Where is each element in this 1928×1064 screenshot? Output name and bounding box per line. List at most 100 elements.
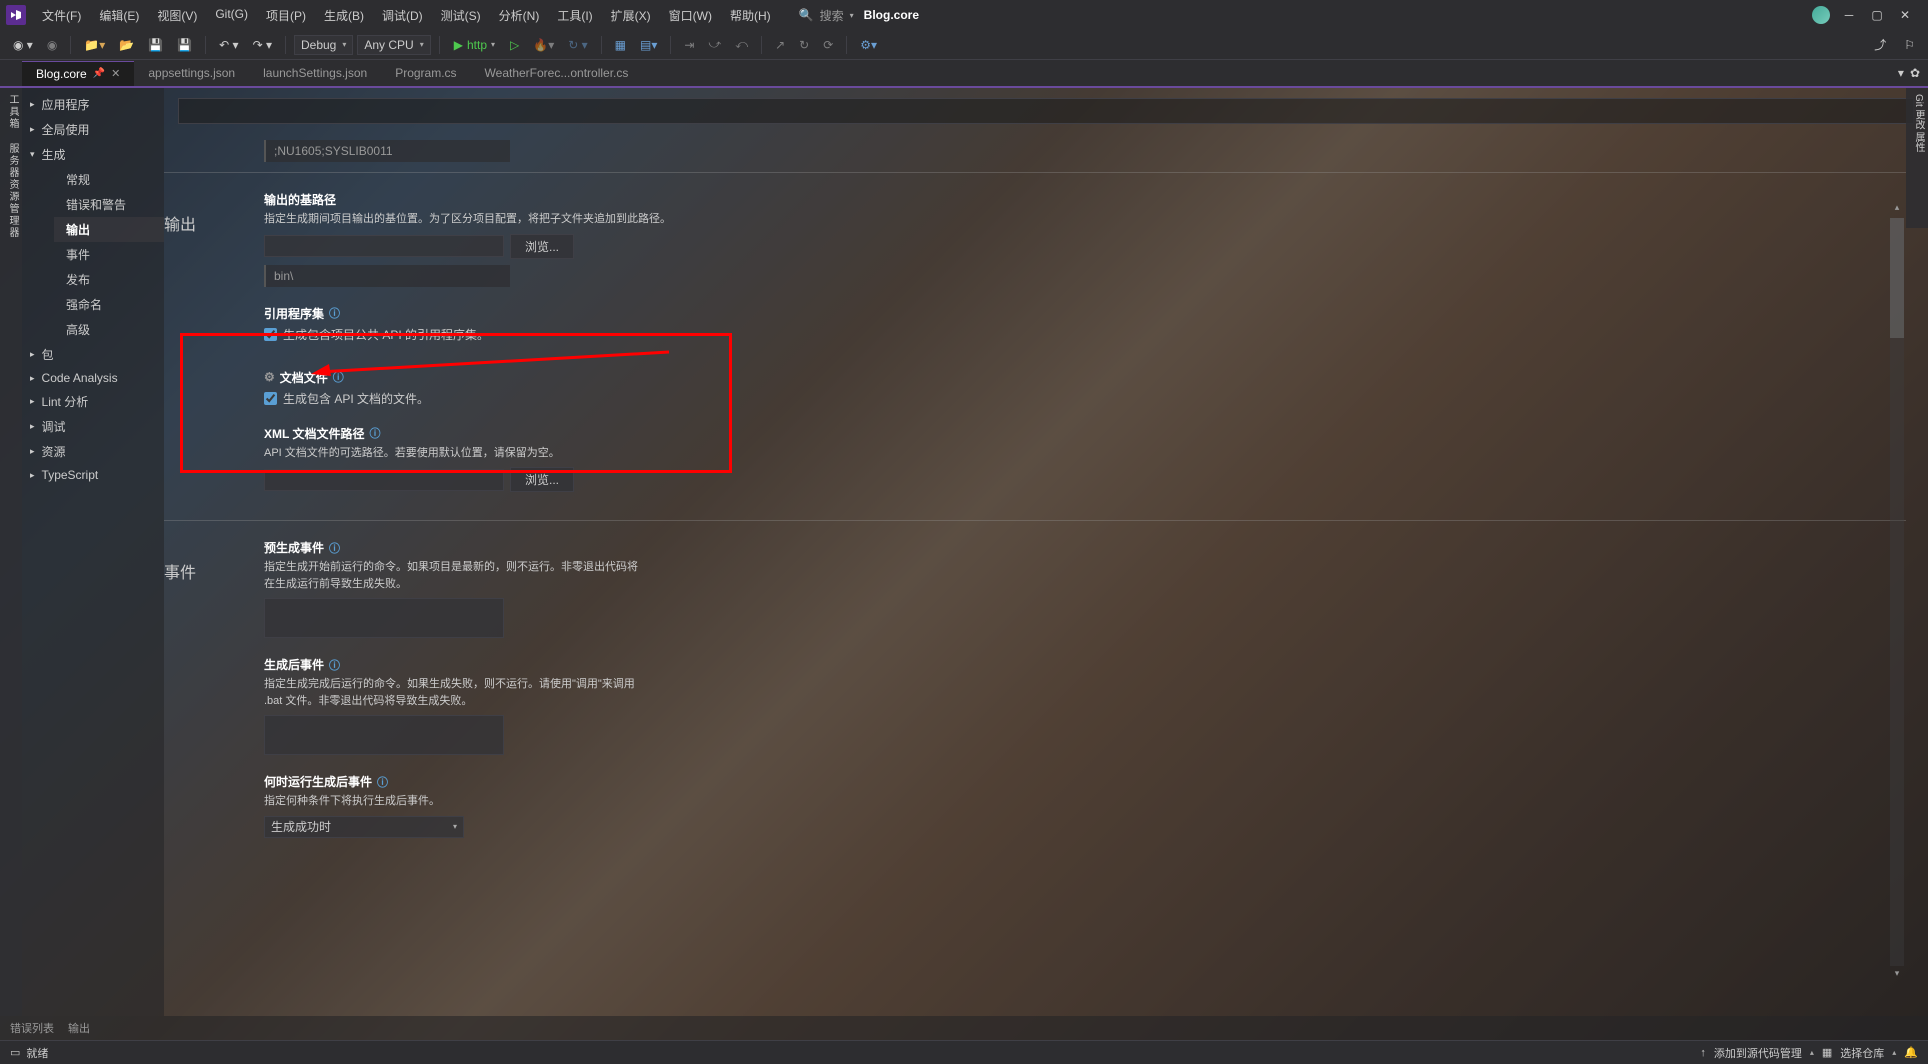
panel-git-changes[interactable]: Git 更改 [1913, 94, 1924, 130]
save-button[interactable]: 💾 [143, 35, 168, 55]
nav-general[interactable]: 常规 [54, 167, 164, 192]
close-button[interactable]: ✕ [1898, 8, 1912, 22]
scroll-down-icon[interactable]: ▾ [1890, 968, 1904, 982]
menu-file[interactable]: 文件(F) [34, 3, 89, 28]
menu-extensions[interactable]: 扩展(X) [603, 3, 659, 28]
user-avatar[interactable] [1812, 6, 1830, 24]
nav-advanced[interactable]: 高级 [54, 317, 164, 342]
save-all-button[interactable]: 💾 [172, 35, 197, 55]
nav-lint[interactable]: Lint 分析 [22, 389, 164, 414]
pin-icon[interactable]: 📌 [93, 68, 105, 79]
nav-resources[interactable]: 资源 [22, 439, 164, 464]
nav-build[interactable]: 生成 [22, 142, 164, 167]
start-debug-button[interactable]: ▶ http ▾ [448, 36, 501, 54]
tab-error-list[interactable]: 错误列表 [10, 1020, 54, 1036]
tab-output-window[interactable]: 输出 [68, 1020, 90, 1036]
pre-build-textarea[interactable] [264, 598, 504, 638]
base-path-input[interactable] [264, 235, 504, 257]
hot-reload-button[interactable]: 🔥▾ [528, 35, 559, 55]
tb-icon-4[interactable]: ↻ [794, 35, 814, 55]
menu-tools[interactable]: 工具(I) [549, 3, 600, 28]
step-out-button[interactable]: ⤺ [730, 34, 753, 55]
nav-typescript[interactable]: TypeScript [22, 464, 164, 486]
ref-assembly-checkbox[interactable] [264, 328, 277, 341]
menu-window[interactable]: 窗口(W) [661, 3, 720, 28]
info-icon[interactable]: ⓘ [329, 540, 340, 556]
close-icon[interactable]: ✕ [111, 67, 120, 80]
base-path-browse-button[interactable]: 浏览... [510, 234, 574, 259]
right-tool-strip[interactable]: Git 更改 属性 [1906, 88, 1928, 228]
tb-icon-6[interactable]: ⚙▾ [855, 35, 882, 55]
menu-help[interactable]: 帮助(H) [722, 3, 779, 28]
repo-select-button[interactable]: 选择仓库 [1840, 1045, 1884, 1061]
tab-launchsettings[interactable]: launchSettings.json [249, 61, 381, 85]
nav-package[interactable]: 包 [22, 342, 164, 367]
panel-properties[interactable]: 属性 [1913, 132, 1924, 152]
status-ready: 就绪 [26, 1045, 48, 1061]
menu-test[interactable]: 测试(S) [433, 3, 489, 28]
menu-build[interactable]: 生成(B) [316, 3, 372, 28]
nav-global-using[interactable]: 全局使用 [22, 117, 164, 142]
when-run-value: 生成成功时 [271, 818, 331, 835]
nav-publish[interactable]: 发布 [54, 267, 164, 292]
info-icon[interactable]: ⓘ [369, 425, 380, 441]
nav-back-button[interactable]: ◉ ▾ [8, 35, 38, 55]
menu-view[interactable]: 视图(V) [149, 3, 205, 28]
info-icon[interactable]: ⓘ [329, 657, 340, 673]
tb-icon-5[interactable]: ⟳ [818, 35, 838, 55]
info-icon[interactable]: ⓘ [333, 369, 344, 385]
menu-analyze[interactable]: 分析(N) [491, 3, 548, 28]
nav-errors-warnings[interactable]: 错误和警告 [54, 192, 164, 217]
menu-project[interactable]: 项目(P) [258, 3, 314, 28]
when-run-select[interactable]: 生成成功时 ▾ [264, 816, 464, 838]
nav-fwd-button[interactable]: ◉ [42, 35, 62, 55]
ref-assembly-checkbox-label: 生成包含项目公共 API 的引用程序集。 [283, 326, 489, 343]
new-project-button[interactable]: 📁▾ [79, 35, 110, 55]
platform-dropdown[interactable]: Any CPU ▾ [357, 35, 430, 55]
tab-weather[interactable]: WeatherForec...ontroller.cs [471, 61, 643, 85]
left-tool-strip[interactable]: 工具箱 服务器资源管理器 [0, 88, 22, 1016]
source-control-button[interactable]: 添加到源代码管理 [1714, 1045, 1802, 1061]
doc-file-checkbox[interactable] [264, 392, 277, 405]
menu-edit[interactable]: 编辑(E) [91, 3, 147, 28]
tab-dropdown-button[interactable]: ▾ [1898, 66, 1904, 80]
nav-output[interactable]: 输出 [54, 217, 164, 242]
scroll-up-icon[interactable]: ▴ [1890, 202, 1904, 216]
tb-icon-2[interactable]: ▤▾ [635, 35, 662, 55]
menu-debug[interactable]: 调试(D) [374, 3, 431, 28]
nav-events[interactable]: 事件 [54, 242, 164, 267]
tb-icon-1[interactable]: ▦ [610, 35, 631, 55]
tab-appsettings[interactable]: appsettings.json [134, 61, 249, 85]
redo-button[interactable]: ↷ ▾ [248, 35, 277, 55]
nav-application[interactable]: 应用程序 [22, 92, 164, 117]
pre-build-desc: 指定生成开始前运行的命令。如果项目是最新的，则不运行。非零退出代码将在生成运行前… [264, 559, 644, 592]
maximize-button[interactable]: ▢ [1870, 8, 1884, 22]
info-icon[interactable]: ⓘ [329, 305, 340, 321]
minimize-button[interactable]: ─ [1842, 8, 1856, 22]
nav-debug[interactable]: 调试 [22, 414, 164, 439]
props-search-box[interactable] [178, 98, 1914, 124]
step-over-button[interactable]: ⤻ [703, 34, 726, 55]
nav-strong-naming[interactable]: 强命名 [54, 292, 164, 317]
feedback-button[interactable]: ⚐ [1899, 33, 1920, 56]
config-dropdown[interactable]: Debug ▾ [294, 35, 353, 55]
menu-git[interactable]: Git(G) [207, 3, 256, 28]
scrollbar-thumb[interactable] [1890, 218, 1904, 338]
refresh-button[interactable]: ↻ ▾ [563, 35, 592, 55]
nav-code-analysis[interactable]: Code Analysis [22, 367, 164, 389]
start-nodebug-button[interactable]: ▷ [505, 35, 524, 55]
title-search[interactable]: 🔍 搜索 ▾ [799, 7, 854, 24]
tab-settings-button[interactable]: ✿ [1910, 66, 1920, 80]
xml-path-input[interactable] [264, 469, 504, 491]
info-icon[interactable]: ⓘ [377, 774, 388, 790]
open-file-button[interactable]: 📂 [114, 35, 139, 55]
post-build-textarea[interactable] [264, 715, 504, 755]
tab-blog-core[interactable]: Blog.core 📌 ✕ [22, 61, 134, 86]
tab-program[interactable]: Program.cs [381, 61, 470, 85]
tb-icon-3[interactable]: ↗ [770, 35, 790, 55]
share-button[interactable]: ⤴ [1869, 33, 1891, 56]
content-scrollbar[interactable]: ▴ ▾ [1890, 218, 1904, 966]
xml-path-browse-button[interactable]: 浏览... [510, 467, 574, 492]
step-into-button[interactable]: ⇥ [679, 35, 699, 55]
undo-button[interactable]: ↶ ▾ [214, 35, 243, 55]
